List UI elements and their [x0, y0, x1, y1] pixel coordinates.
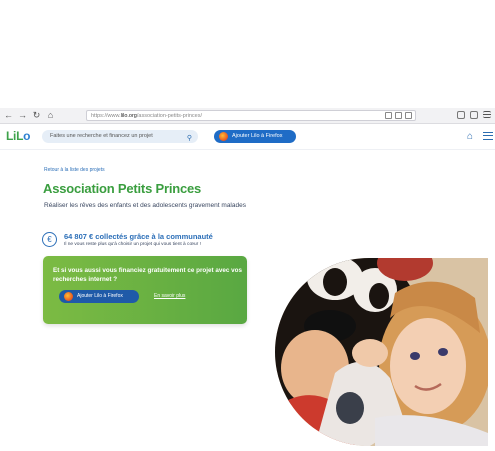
url-domain: lilo.org: [120, 112, 137, 119]
lilo-logo[interactable]: LiLo: [6, 129, 30, 143]
add-to-firefox-label: Ajouter Lilo à Firefox: [232, 133, 283, 139]
page-subtitle: Réaliser les rêves des enfants et des ad…: [44, 202, 246, 209]
add-to-firefox-button[interactable]: Ajouter Lilo à Firefox: [214, 130, 296, 143]
url-bar[interactable]: https://www. lilo.org/association-petits-…: [86, 110, 416, 121]
hamburger-menu-icon[interactable]: [483, 132, 493, 140]
euro-coin-icon: €: [42, 232, 57, 247]
amount-subtext: Il ne vous reste plus qu'à choisir un pr…: [64, 242, 201, 247]
page-title: Association Petits Princes: [43, 181, 202, 196]
search-input[interactable]: Faites une recherche et financez un proj…: [42, 130, 198, 143]
project-photo: [275, 258, 488, 446]
cta-add-to-firefox-button[interactable]: Ajouter Lilo à Firefox: [59, 290, 139, 303]
pocket-icon[interactable]: [395, 112, 402, 119]
search-placeholder: Faites une recherche et financez un proj…: [50, 133, 153, 139]
bookmark-icon[interactable]: [405, 112, 412, 119]
url-path: /association-petits-princes/: [136, 112, 202, 119]
browser-toolbar: ← → ↻ ⌂ https://www. lilo.org/association…: [0, 108, 495, 124]
site-header: LiLo Faites une recherche et financez un…: [0, 124, 495, 150]
cta-button-label: Ajouter Lilo à Firefox: [77, 293, 123, 299]
search-icon[interactable]: ⚲: [187, 132, 192, 145]
home-browser-icon[interactable]: ⌂: [45, 110, 56, 121]
library-icon[interactable]: [457, 111, 465, 119]
url-prefix: https://www.: [91, 112, 121, 119]
firefox-icon: [219, 132, 228, 141]
cta-card: Et si vous aussi vous financiez gratuite…: [43, 256, 247, 324]
browser-menu-icon[interactable]: [483, 111, 491, 118]
reader-icon[interactable]: [385, 112, 392, 119]
amount-collected: 64 807 € collectés grâce à la communauté: [64, 232, 213, 241]
home-icon[interactable]: ⌂: [467, 131, 478, 142]
browser-window: ← → ↻ ⌂ https://www. lilo.org/association…: [0, 108, 495, 446]
reload-icon[interactable]: ↻: [31, 110, 42, 121]
logo-text: LiL: [6, 129, 24, 143]
firefox-icon: [64, 292, 73, 301]
forward-arrow-icon[interactable]: →: [17, 110, 28, 121]
cta-text: Et si vous aussi vous financiez gratuite…: [53, 267, 242, 283]
back-to-projects-link[interactable]: Retour à la liste des projets: [44, 167, 105, 173]
learn-more-link[interactable]: En savoir plus: [154, 293, 185, 299]
sidebar-icon[interactable]: [470, 111, 478, 119]
back-arrow-icon[interactable]: ←: [3, 110, 14, 121]
logo-text-o: o: [23, 129, 31, 143]
